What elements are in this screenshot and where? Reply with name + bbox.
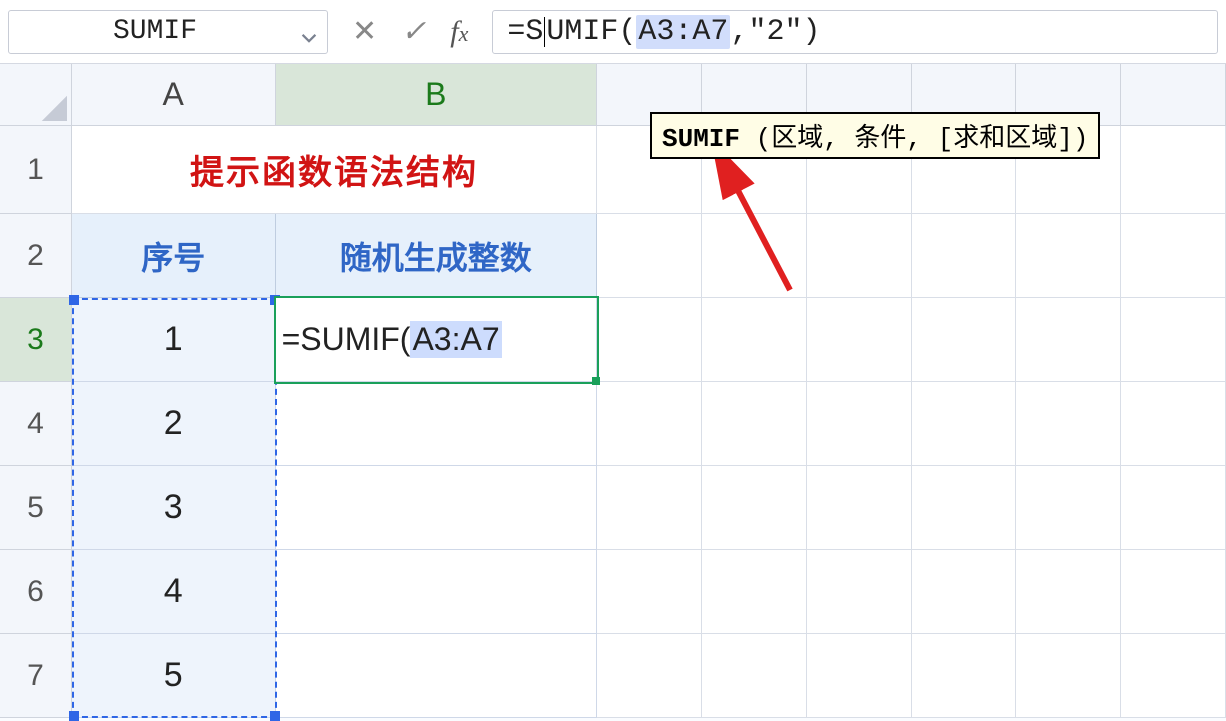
cell-D2[interactable] xyxy=(702,214,807,298)
cell-C3[interactable] xyxy=(597,298,702,382)
cell-G2[interactable] xyxy=(1016,214,1121,298)
cell-F5[interactable] xyxy=(912,466,1017,550)
row-2: 2 序号 随机生成整数 xyxy=(0,214,1226,298)
function-tooltip[interactable]: SUMIF (区域, 条件, [求和区域]) xyxy=(650,112,1100,159)
cell-E4[interactable] xyxy=(807,382,912,466)
cell-D6[interactable] xyxy=(702,550,807,634)
cell-D5[interactable] xyxy=(702,466,807,550)
cell-E5[interactable] xyxy=(807,466,912,550)
formula-text-mid: UMIF( xyxy=(546,15,636,49)
cell-H5[interactable] xyxy=(1121,466,1226,550)
fx-icon[interactable]: fx xyxy=(450,15,468,49)
tooltip-fn-args: (区域, 条件, [求和区域]) xyxy=(740,124,1088,154)
row-header-3[interactable]: 3 xyxy=(0,298,72,382)
name-box-dropdown-icon[interactable] xyxy=(301,24,317,40)
cell-F6[interactable] xyxy=(912,550,1017,634)
row-header-1[interactable]: 1 xyxy=(0,126,72,214)
formula-text-prefix: =S xyxy=(507,15,543,49)
row-header-4[interactable]: 4 xyxy=(0,382,72,466)
cell-H2[interactable] xyxy=(1121,214,1226,298)
row-header-6[interactable]: 6 xyxy=(0,550,72,634)
cell-H3[interactable] xyxy=(1121,298,1226,382)
cell-formula-prefix: =SUMIF( xyxy=(282,321,411,358)
cell-C7[interactable] xyxy=(597,634,702,718)
col-header-H[interactable] xyxy=(1121,64,1226,125)
cancel-icon[interactable]: ✕ xyxy=(352,14,377,49)
cell-A3[interactable]: 1 xyxy=(72,298,276,382)
cell-A5[interactable]: 3 xyxy=(72,466,276,550)
cell-C6[interactable] xyxy=(597,550,702,634)
cell-B4[interactable] xyxy=(276,382,597,466)
cell-A4[interactable]: 2 xyxy=(72,382,276,466)
cell-D4[interactable] xyxy=(702,382,807,466)
select-all-corner[interactable] xyxy=(0,64,72,125)
row-6: 6 4 xyxy=(0,550,1226,634)
cell-F3[interactable] xyxy=(912,298,1017,382)
cell-B7[interactable] xyxy=(276,634,597,718)
cell-C4[interactable] xyxy=(597,382,702,466)
enter-icon[interactable]: ✓ xyxy=(401,14,426,49)
cell-E2[interactable] xyxy=(807,214,912,298)
spreadsheet: A B 1 提示函数语法结构 2 序号 随机生成整数 xyxy=(0,64,1226,718)
col-header-A[interactable]: A xyxy=(72,64,276,125)
cell-G7[interactable] xyxy=(1016,634,1121,718)
row-header-5[interactable]: 5 xyxy=(0,466,72,550)
cell-D3[interactable] xyxy=(702,298,807,382)
cell-B5[interactable] xyxy=(276,466,597,550)
row-7: 7 5 xyxy=(0,634,1226,718)
formula-input[interactable]: =SUMIF(A3:A7,"2") xyxy=(492,10,1218,54)
text-cursor xyxy=(544,17,545,47)
cell-G4[interactable] xyxy=(1016,382,1121,466)
col-header-B[interactable]: B xyxy=(276,64,597,125)
cell-F4[interactable] xyxy=(912,382,1017,466)
formula-range-highlight: A3:A7 xyxy=(636,15,730,49)
cell-H6[interactable] xyxy=(1121,550,1226,634)
cell-G5[interactable] xyxy=(1016,466,1121,550)
cell-C2[interactable] xyxy=(597,214,702,298)
cell-B3-editing[interactable]: =SUMIF(A3:A7 xyxy=(276,298,597,382)
name-box[interactable]: SUMIF xyxy=(8,10,328,54)
formula-bar: SUMIF ✕ ✓ fx =SUMIF(A3:A7,"2") xyxy=(0,0,1226,64)
cell-E7[interactable] xyxy=(807,634,912,718)
cell-H7[interactable] xyxy=(1121,634,1226,718)
row-header-7[interactable]: 7 xyxy=(0,634,72,718)
cell-F7[interactable] xyxy=(912,634,1017,718)
cell-F2[interactable] xyxy=(912,214,1017,298)
cell-G6[interactable] xyxy=(1016,550,1121,634)
cell-A2-header[interactable]: 序号 xyxy=(72,214,276,298)
row-header-2[interactable]: 2 xyxy=(0,214,72,298)
cell-formula-range: A3:A7 xyxy=(410,321,501,358)
cell-E3[interactable] xyxy=(807,298,912,382)
row-3: 3 1 =SUMIF(A3:A7 xyxy=(0,298,1226,382)
tooltip-fn-name: SUMIF xyxy=(662,124,740,154)
cell-B2-header[interactable]: 随机生成整数 xyxy=(276,214,597,298)
rows: 1 提示函数语法结构 2 序号 随机生成整数 3 1 =SUMIF(A xyxy=(0,126,1226,718)
formula-text-suffix: ,"2") xyxy=(730,15,820,49)
cell-A7[interactable]: 5 xyxy=(72,634,276,718)
cell-D7[interactable] xyxy=(702,634,807,718)
cell-A6[interactable]: 4 xyxy=(72,550,276,634)
cell-G3[interactable] xyxy=(1016,298,1121,382)
name-box-text: SUMIF xyxy=(9,16,301,47)
cell-E6[interactable] xyxy=(807,550,912,634)
row-5: 5 3 xyxy=(0,466,1226,550)
cell-B6[interactable] xyxy=(276,550,597,634)
cell-A1-merged-title[interactable]: 提示函数语法结构 xyxy=(72,126,597,214)
cell-H4[interactable] xyxy=(1121,382,1226,466)
formula-bar-controls: ✕ ✓ fx xyxy=(346,14,474,49)
cell-C5[interactable] xyxy=(597,466,702,550)
row-4: 4 2 xyxy=(0,382,1226,466)
cell-H1[interactable] xyxy=(1121,126,1226,214)
